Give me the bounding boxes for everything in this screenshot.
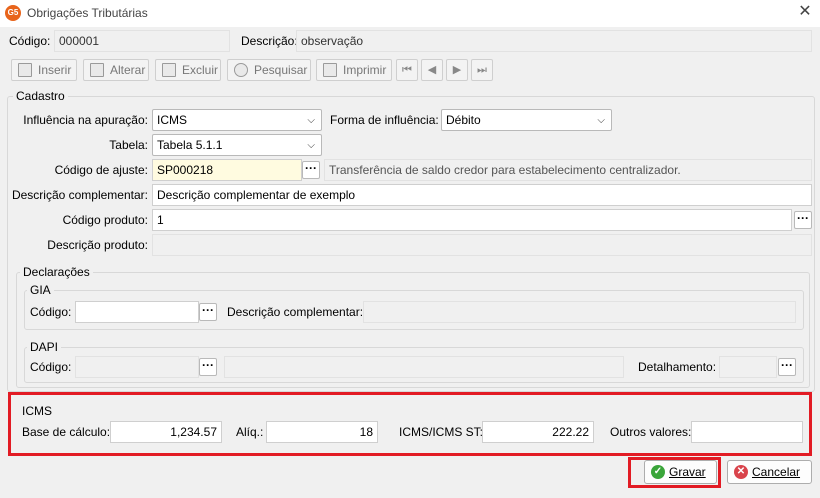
delete-icon — [162, 63, 176, 77]
dapi-codigo-label: Código: — [30, 360, 72, 374]
tabela-select[interactable]: Tabela 5.1.1 ⌵ — [152, 134, 322, 156]
next-record-icon[interactable]: ▶ — [446, 59, 468, 81]
chevron-down-icon: ⌵ — [307, 140, 315, 151]
desc-compl-input[interactable]: Descrição complementar de exemplo — [152, 184, 812, 206]
alterar-button[interactable]: Alterar — [83, 59, 149, 81]
icms-st-label: ICMS/ICMS ST: — [399, 425, 484, 439]
dapi-detalhamento-lookup-button[interactable]: ··· — [778, 358, 796, 376]
dapi-title: DAPI — [27, 340, 62, 354]
first-record-icon[interactable]: ⏮ — [396, 59, 418, 81]
close-icon[interactable]: ✕ — [796, 3, 814, 21]
dapi-detalhamento-field — [719, 356, 777, 378]
descricao-field: observação — [296, 30, 812, 52]
search-icon — [234, 63, 248, 77]
cancel-icon: ✕ — [734, 465, 748, 479]
cadastro-title: Cadastro — [13, 89, 68, 103]
codigo-produto-lookup-button[interactable]: ··· — [794, 211, 812, 229]
influencia-label: Influência na apuração: — [23, 113, 148, 127]
chevron-down-icon: ⌵ — [597, 115, 605, 126]
app-logo-icon: G5 — [5, 5, 21, 21]
desc-compl-label: Descrição complementar: — [11, 188, 148, 202]
gia-codigo-input[interactable] — [75, 301, 199, 323]
aliq-input[interactable]: 18 — [266, 421, 378, 443]
outros-valores-label: Outros valores: — [610, 425, 692, 439]
gia-title: GIA — [27, 283, 54, 297]
forma-select[interactable]: Débito ⌵ — [441, 109, 612, 131]
codigo-ajuste-lookup-button[interactable]: ··· — [302, 161, 320, 179]
window-title: Obrigações Tributárias — [27, 6, 148, 20]
check-icon: ✓ — [651, 465, 665, 479]
imprimir-button[interactable]: Imprimir — [316, 59, 392, 81]
title-bar: G5 Obrigações Tributárias ✕ — [0, 0, 820, 27]
tabela-value: Tabela 5.1.1 — [157, 138, 223, 152]
base-calculo-input[interactable]: 1,234.57 — [110, 421, 222, 443]
icms-st-input[interactable]: 222.22 — [482, 421, 594, 443]
influencia-value: ICMS — [157, 113, 187, 127]
forma-value: Débito — [446, 113, 481, 127]
imprimir-label: Imprimir — [343, 63, 387, 77]
influencia-select[interactable]: ICMS ⌵ — [152, 109, 322, 131]
document-icon — [18, 63, 32, 77]
descricao-produto-label: Descrição produto: — [47, 238, 148, 252]
dapi-detalhamento-label: Detalhamento: — [638, 360, 717, 374]
gia-codigo-label: Código: — [30, 305, 72, 319]
descricao-label: Descrição: — [241, 34, 298, 48]
gia-desc-compl-field — [363, 301, 796, 323]
dapi-codigo-lookup-button[interactable]: ··· — [199, 358, 217, 376]
codigo-field: 000001 — [54, 30, 230, 52]
aliq-label: Alíq.: — [236, 425, 264, 439]
tabela-label: Tabela: — [109, 138, 148, 152]
previous-record-icon[interactable]: ◀ — [421, 59, 443, 81]
base-calculo-label: Base de cálculo: — [22, 425, 111, 439]
last-record-icon[interactable]: ⏭ — [471, 59, 493, 81]
edit-icon — [90, 63, 104, 77]
printer-icon — [323, 63, 337, 77]
codigo-ajuste-label: Código de ajuste: — [54, 163, 148, 177]
forma-label: Forma de influência: — [330, 113, 439, 127]
descricao-produto-field — [152, 234, 812, 256]
alterar-label: Alterar — [110, 63, 146, 77]
gravar-button[interactable]: ✓ Gravar — [644, 460, 717, 484]
dialog-window: G5 Obrigações Tributárias ✕ Código: 0000… — [0, 0, 820, 498]
declaracoes-title: Declarações — [20, 265, 93, 279]
excluir-label: Excluir — [182, 63, 219, 77]
icms-title: ICMS — [22, 404, 52, 418]
inserir-label: Inserir — [38, 63, 72, 77]
pesquisar-label: Pesquisar — [254, 63, 308, 77]
codigo-produto-input[interactable]: 1 — [152, 209, 792, 231]
dapi-description-field — [224, 356, 624, 378]
gia-desc-compl-label: Descrição complementar: — [227, 305, 364, 319]
codigo-label: Código: — [9, 34, 51, 48]
inserir-button[interactable]: Inserir — [11, 59, 77, 81]
excluir-button[interactable]: Excluir — [155, 59, 221, 81]
chevron-down-icon: ⌵ — [307, 115, 315, 126]
cancelar-button[interactable]: ✕ Cancelar — [727, 460, 812, 484]
gia-codigo-lookup-button[interactable]: ··· — [199, 303, 217, 321]
codigo-ajuste-description: Transferência de saldo credor para estab… — [324, 159, 812, 181]
gravar-label: Gravar — [669, 465, 706, 479]
pesquisar-button[interactable]: Pesquisar — [227, 59, 311, 81]
codigo-ajuste-input[interactable]: SP000218 — [152, 159, 302, 181]
outros-valores-input[interactable] — [691, 421, 803, 443]
codigo-produto-label: Código produto: — [62, 213, 148, 227]
cancelar-label: Cancelar — [752, 465, 801, 479]
dapi-codigo-field — [75, 356, 199, 378]
